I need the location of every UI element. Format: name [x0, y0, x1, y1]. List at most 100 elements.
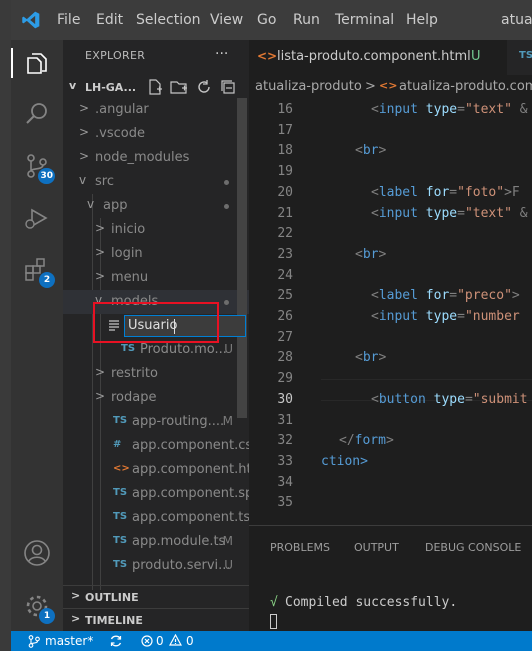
warning-count[interactable]: 0 — [186, 634, 194, 648]
extensions-icon[interactable]: 2 — [23, 256, 55, 288]
breadcrumb-file[interactable]: atualiza-produto.com — [399, 79, 532, 94]
outline-section[interactable]: > OUTLINE — [63, 585, 249, 608]
chevron-right-icon: > — [79, 125, 90, 139]
active-indicator — [11, 48, 13, 78]
run-debug-icon[interactable] — [23, 204, 51, 232]
error-count[interactable]: 0 — [156, 634, 164, 648]
tree-folder[interactable]: > menu — [63, 266, 249, 290]
tree-folder[interactable]: > node_modules — [63, 146, 249, 170]
tab-lista-produto[interactable]: <> lista-produto.component.html U — [249, 40, 507, 75]
code-token: < — [355, 246, 363, 262]
tree-item-label: node_modules — [95, 150, 190, 165]
menu-item-edit[interactable]: Edit — [96, 12, 123, 28]
title-bar: File Edit Selection View Go Run Terminal Help a… — [11, 0, 532, 40]
search-icon[interactable] — [23, 100, 51, 128]
outline-label: OUTLINE — [85, 591, 139, 604]
tree-file[interactable]: # app.component.css — [63, 434, 249, 458]
window-title: atuali — [501, 12, 532, 28]
code-token: br — [362, 350, 379, 366]
tree-folder[interactable]: > rodape — [63, 386, 249, 410]
tab-debug-console[interactable]: DEBUG CONSOLE — [425, 541, 521, 554]
chevron-right-icon: > — [71, 589, 81, 602]
chevron-right-icon: > — [79, 149, 90, 163]
tree-folder[interactable]: > login — [63, 242, 249, 266]
explorer-icon[interactable] — [23, 49, 51, 77]
line-number: 18 — [277, 143, 293, 159]
code-token: = — [449, 288, 458, 304]
menu-item-view[interactable]: View — [210, 12, 243, 28]
code-token: for — [425, 288, 450, 304]
tree-folder[interactable]: > .vscode — [63, 122, 249, 146]
untracked-badge: U — [471, 49, 481, 64]
tab-output[interactable]: OUTPUT — [354, 541, 399, 554]
line-number: 22 — [277, 226, 293, 242]
tree-item-label: Produto.mo... — [140, 342, 227, 357]
sync-icon[interactable] — [109, 634, 123, 648]
chevron-down-icon: v — [79, 173, 87, 187]
project-header[interactable]: v LH-GA... — [63, 76, 249, 98]
code-line: ction> — [321, 452, 368, 472]
tree-file[interactable]: TS produto.servi... U — [63, 554, 249, 578]
menu-item-selection[interactable]: Selection — [136, 12, 201, 28]
tree-folder[interactable]: > restrito — [63, 362, 249, 386]
tree-folder[interactable]: > inicio — [63, 218, 249, 242]
code-token: = — [457, 102, 465, 117]
ts-file-icon: TS — [113, 511, 128, 522]
menu-item-go[interactable]: Go — [257, 12, 276, 28]
menu-item-help[interactable]: Help — [406, 12, 438, 28]
git-status-badge: M — [222, 534, 233, 548]
code-token: for — [425, 184, 450, 200]
tree-file[interactable]: <>app.component.html — [63, 458, 249, 482]
tree-item-label: .vscode — [95, 126, 145, 141]
new-file-icon[interactable] — [147, 79, 163, 95]
tree-file[interactable]: TS app-routing.... M — [63, 410, 249, 434]
bottom-panel: PROBLEMS OUTPUT DEBUG CONSOLE √ Compiled… — [249, 525, 532, 632]
tab-next[interactable]: TS — [507, 40, 532, 75]
tree-folder[interactable]: v src — [63, 170, 249, 194]
tree-file[interactable]: TS app.module.ts M — [63, 530, 249, 554]
menu-item-terminal[interactable]: Terminal — [335, 12, 394, 28]
source-control-icon[interactable]: 30 — [23, 152, 55, 184]
line-number: 30 — [277, 391, 293, 407]
tab-label: lista-produto.component.html — [277, 49, 471, 64]
ts-file-icon: TS — [519, 50, 532, 61]
status-bar: master* 0 0 — [11, 631, 532, 651]
menu-item-file[interactable]: File — [57, 12, 80, 28]
code-token: "submit — [472, 391, 528, 407]
line-number: 20 — [277, 184, 293, 200]
more-actions-icon[interactable]: ··· — [215, 46, 228, 62]
code-token: < — [371, 184, 379, 200]
tree-file[interactable]: TS app.component.ts — [63, 506, 249, 530]
collapse-all-icon[interactable] — [220, 79, 236, 95]
code-token: < — [355, 350, 363, 366]
account-icon[interactable] — [23, 539, 51, 567]
terminal-output: Compiled successfully. — [285, 595, 458, 610]
manage-badge: 1 — [39, 608, 55, 624]
refresh-icon[interactable] — [196, 79, 212, 95]
new-folder-icon[interactable] — [170, 79, 188, 95]
modified-dot-icon — [224, 204, 229, 209]
code-editor[interactable]: 16 <input type="text" & 17 18 <br> 19 20 <label… — [249, 99, 532, 525]
code-token: > — [511, 288, 520, 304]
code-token: "text" — [464, 102, 512, 117]
tree-file[interactable]: TS app.component.sp... — [63, 482, 249, 506]
timeline-section[interactable]: > TIMELINE — [63, 608, 249, 631]
code-token: < — [355, 143, 363, 159]
code-token: </ — [339, 433, 355, 449]
code-token: & — [519, 205, 528, 221]
branch-name[interactable]: master* — [45, 634, 93, 648]
gear-icon[interactable]: 1 — [23, 592, 55, 624]
tab-problems[interactable]: PROBLEMS — [270, 541, 330, 554]
menu-item-run[interactable]: Run — [293, 12, 320, 28]
code-token: "foto" — [457, 184, 505, 200]
tree-item-label: .angular — [95, 102, 149, 117]
tree-folder[interactable]: > .angular — [63, 98, 249, 122]
code-token: type — [433, 391, 465, 407]
line-number: 16 — [277, 102, 293, 117]
tree-folder[interactable]: v app — [63, 194, 249, 218]
tree-item-label: src — [95, 174, 114, 189]
sidebar-scrollbar[interactable] — [237, 98, 247, 418]
breadcrumb-folder[interactable]: atualiza-produto — [255, 79, 362, 94]
